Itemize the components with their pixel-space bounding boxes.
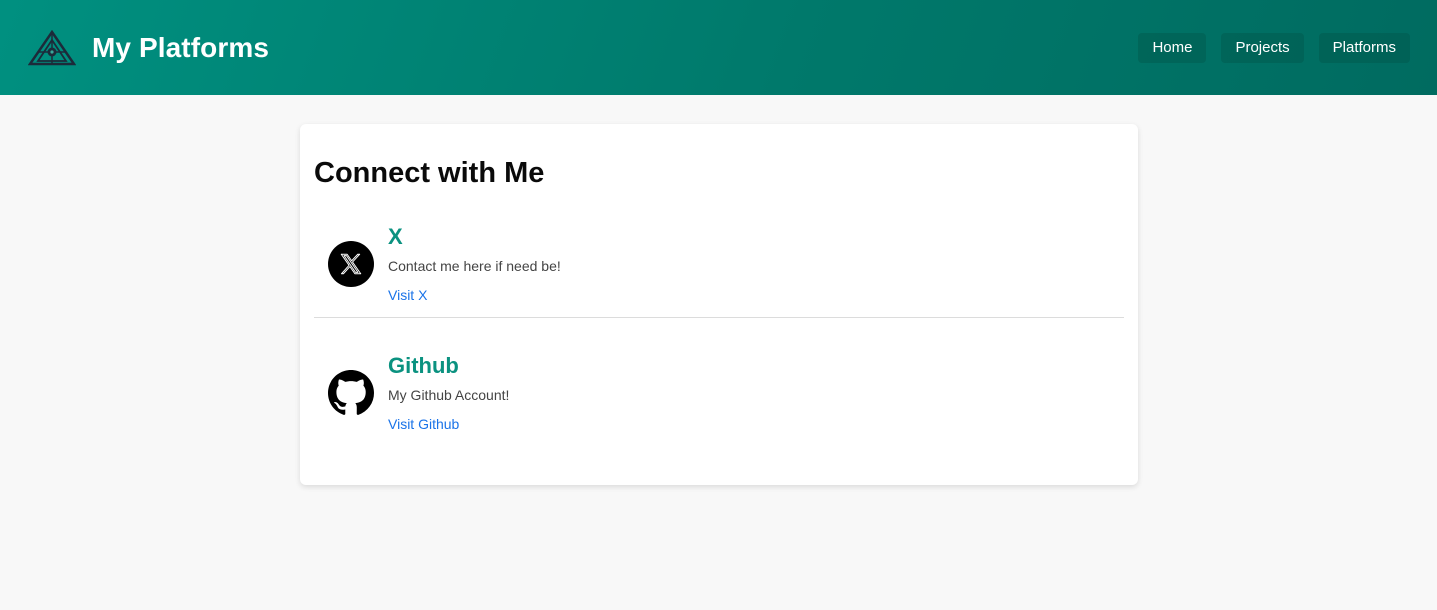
page-title: Connect with Me	[314, 157, 545, 189]
site-title: My Platforms	[92, 31, 270, 63]
brand[interactable]: My Platforms	[28, 29, 270, 66]
visit-github-link[interactable]: Visit Github	[388, 416, 509, 432]
nav-platforms-button[interactable]: Platforms	[1318, 32, 1410, 63]
github-logo-icon	[328, 369, 374, 416]
platform-description: My Github Account!	[388, 387, 510, 403]
visit-x-link[interactable]: Visit X	[388, 287, 561, 303]
triangle-eye-logo-icon	[28, 29, 76, 65]
platform-item-x: X Contact me here if need be! Visit X	[314, 214, 1124, 317]
platform-name: Github	[388, 353, 459, 378]
platforms-card: Connect with Me X Contact me here if nee…	[300, 124, 1138, 485]
platform-info: X Contact me here if need be! Visit X	[388, 224, 561, 303]
main-nav: Home Projects Platforms	[1138, 32, 1410, 63]
platform-description: Contact me here if need be!	[388, 258, 561, 274]
x-logo-icon	[328, 240, 374, 287]
platform-item-github: Github My Github Account! Visit Github	[314, 317, 1124, 446]
site-header: My Platforms Home Projects Platforms	[0, 0, 1437, 95]
platform-info: Github My Github Account! Visit Github	[388, 353, 509, 432]
nav-home-button[interactable]: Home	[1138, 32, 1207, 63]
platform-name: X	[388, 224, 403, 249]
nav-projects-button[interactable]: Projects	[1221, 32, 1304, 63]
